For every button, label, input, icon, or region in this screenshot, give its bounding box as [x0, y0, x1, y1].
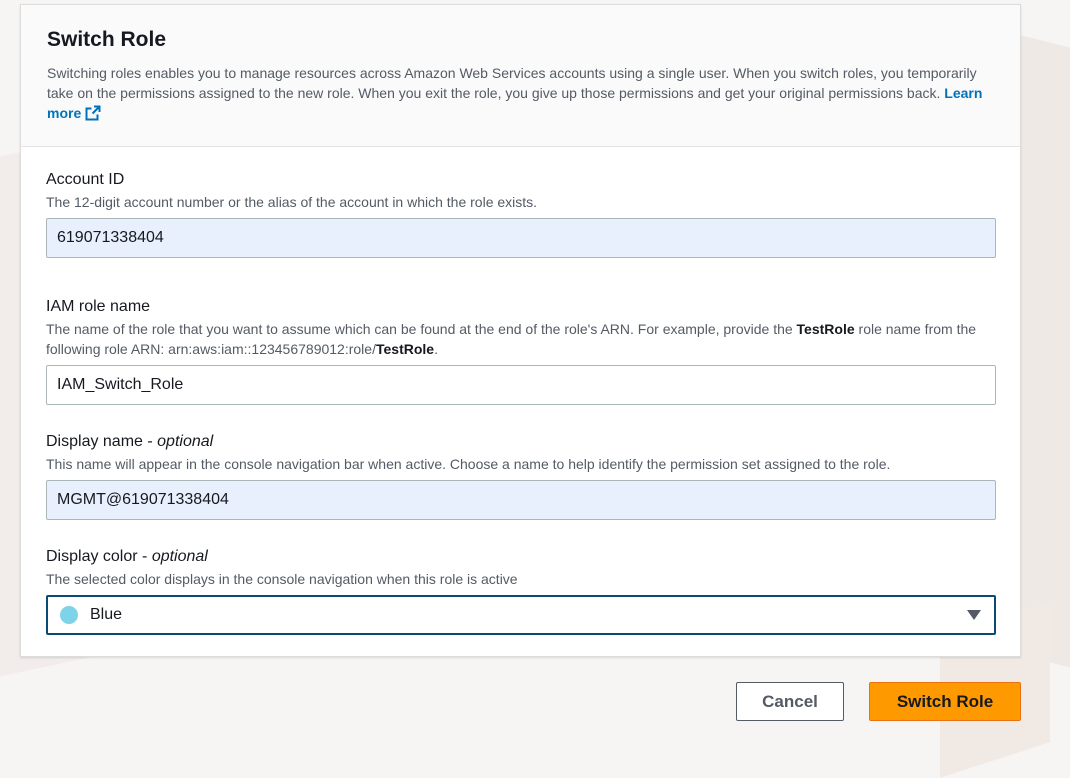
display-name-field: Display name - optional This name will a…	[46, 431, 996, 520]
optional-tag: optional	[157, 433, 214, 450]
display-color-select[interactable]: Blue	[46, 595, 996, 635]
form-actions: Cancel Switch Role	[736, 682, 1021, 721]
form-body: Account ID The 12-digit account number o…	[21, 147, 1020, 635]
optional-tag: optional	[151, 548, 208, 565]
display-name-label-text: Display name -	[46, 433, 158, 450]
color-swatch-icon	[60, 606, 78, 624]
account-id-hint: The 12-digit account number or the alias…	[46, 194, 538, 210]
display-color-field: Display color - optional The selected co…	[46, 546, 996, 635]
description-text: Switching roles enables you to manage re…	[47, 65, 977, 101]
display-color-value: Blue	[90, 606, 123, 623]
display-color-label: Display color - optional	[46, 546, 995, 568]
role-name-hint: The name of the role that you want to as…	[46, 319, 995, 359]
caret-down-icon	[967, 610, 981, 620]
account-id-field: Account ID The 12-digit account number o…	[46, 169, 996, 258]
account-id-input[interactable]	[46, 218, 996, 258]
display-name-hint: This name will appear in the console nav…	[46, 456, 891, 472]
switch-role-button[interactable]: Switch Role	[869, 682, 1021, 721]
display-name-input[interactable]	[46, 480, 996, 520]
display-name-label: Display name - optional	[46, 431, 995, 453]
role-name-label: IAM role name	[46, 298, 151, 315]
role-name-field: IAM role name The name of the role that …	[46, 296, 996, 405]
switch-role-panel: Switch Role Switching roles enables you …	[20, 4, 1021, 657]
external-link-icon	[85, 105, 101, 121]
panel-header: Switch Role Switching roles enables you …	[21, 5, 1020, 147]
role-name-hint-text: The name of the role that you want to as…	[46, 321, 797, 337]
role-name-hint-example: TestRole	[796, 321, 855, 337]
display-color-label-text: Display color -	[46, 548, 152, 565]
account-id-label: Account ID	[46, 171, 125, 188]
role-name-hint-text: .	[434, 341, 438, 357]
page-title: Switch Role	[47, 28, 167, 51]
cancel-button[interactable]: Cancel	[736, 682, 844, 721]
panel-description: Switching roles enables you to manage re…	[47, 63, 994, 123]
display-color-hint: The selected color displays in the conso…	[46, 571, 518, 587]
role-name-input[interactable]	[46, 365, 996, 405]
role-name-hint-example: TestRole	[375, 341, 435, 357]
